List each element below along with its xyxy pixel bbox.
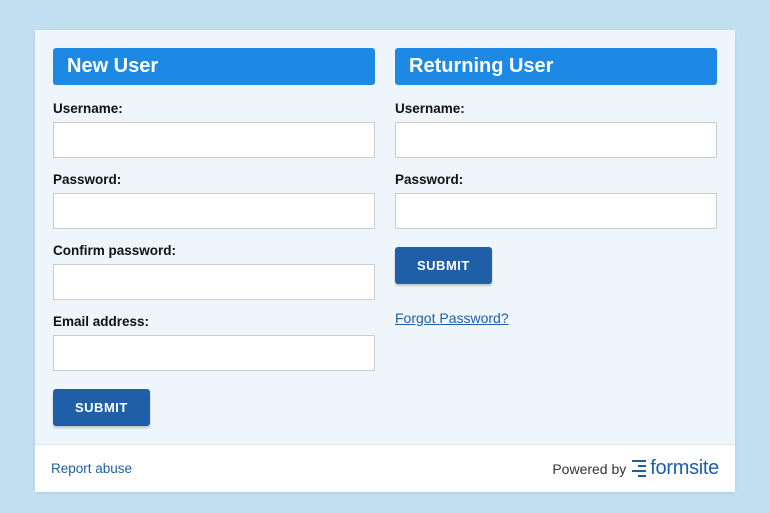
new-user-header: New User [53,48,375,85]
returning-username-field: Username: [395,101,717,158]
returning-username-label: Username: [395,101,717,116]
new-user-column: New User Username: Password: Confirm pas… [53,48,375,426]
confirm-password-field: Confirm password: [53,243,375,300]
new-password-input[interactable] [53,193,375,229]
report-abuse-link[interactable]: Report abuse [51,461,132,476]
email-field: Email address: [53,314,375,371]
new-username-input[interactable] [53,122,375,158]
formsite-brand-text: formsite [650,457,719,480]
formsite-lines-icon [632,460,646,478]
new-user-submit-button[interactable]: SUBMIT [53,389,150,426]
auth-card: New User Username: Password: Confirm pas… [35,30,735,492]
confirm-password-label: Confirm password: [53,243,375,258]
new-password-field: Password: [53,172,375,229]
returning-password-input[interactable] [395,193,717,229]
returning-user-header: Returning User [395,48,717,85]
new-username-label: Username: [53,101,375,116]
card-footer: Report abuse Powered by formsite [35,445,735,492]
powered-by: Powered by formsite [552,457,719,480]
email-input[interactable] [53,335,375,371]
formsite-logo[interactable]: formsite [632,457,719,480]
new-username-field: Username: [53,101,375,158]
confirm-password-input[interactable] [53,264,375,300]
returning-username-input[interactable] [395,122,717,158]
returning-user-column: Returning User Username: Password: SUBMI… [395,48,717,426]
new-password-label: Password: [53,172,375,187]
returning-password-field: Password: [395,172,717,229]
powered-by-label: Powered by [552,461,626,477]
returning-user-submit-button[interactable]: SUBMIT [395,247,492,284]
forgot-password-link[interactable]: Forgot Password? [395,310,509,326]
returning-password-label: Password: [395,172,717,187]
form-columns: New User Username: Password: Confirm pas… [35,30,735,445]
email-label: Email address: [53,314,375,329]
